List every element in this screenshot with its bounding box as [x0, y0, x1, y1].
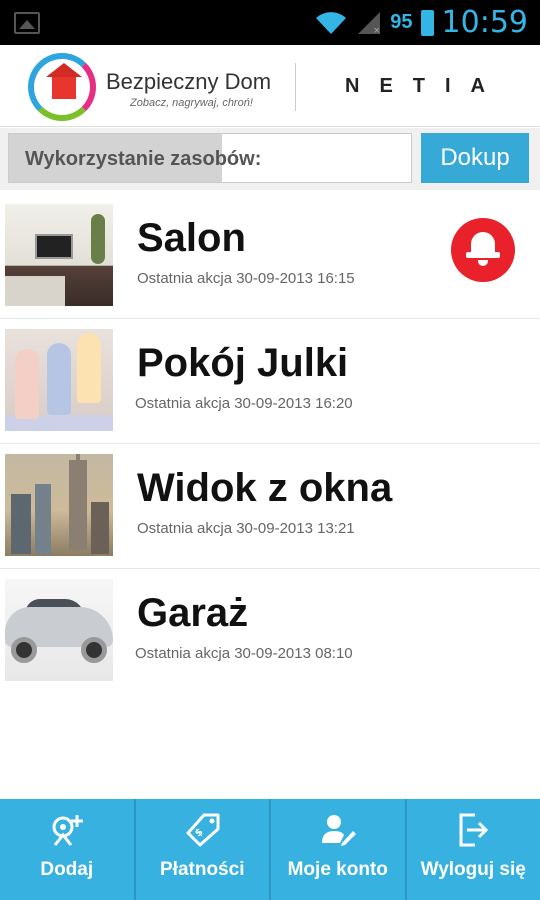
add-camera-icon	[52, 815, 83, 846]
logout-icon	[459, 813, 489, 847]
buy-more-button[interactable]: Dokup	[421, 133, 529, 183]
camera-name: Garaż	[137, 591, 249, 635]
camera-name: Widok z okna	[137, 466, 393, 510]
camera-item-widok-z-okna[interactable]: Widok z okna Ostatnia akcja 30-09-2013 1…	[0, 444, 540, 569]
camera-name: Pokój Julki	[137, 341, 349, 385]
nav-payments-label: Płatności	[160, 859, 245, 880]
alarm-bell-button[interactable]	[451, 218, 515, 282]
battery-icon	[420, 9, 434, 36]
brand-logo	[28, 53, 96, 121]
camera-last-action: Ostatnia akcja 30-09-2013 16:20	[135, 395, 353, 412]
camera-thumbnail	[5, 204, 113, 306]
battery-level: 95	[390, 11, 413, 33]
user-edit-icon	[321, 815, 356, 846]
camera-thumbnail	[5, 454, 113, 556]
camera-item-garaz[interactable]: Garaż Ostatnia akcja 30-09-2013 08:10	[0, 569, 540, 694]
bell-icon	[466, 232, 500, 258]
nav-add-button[interactable]: Dodaj	[0, 799, 136, 900]
brand-title: Bezpieczny Dom	[106, 69, 272, 94]
nav-logout-label: Wyloguj się	[420, 859, 526, 880]
svg-text:$: $	[193, 826, 205, 839]
partner-logo: NETIA	[345, 75, 505, 97]
signal-icon: ×	[358, 11, 381, 36]
brand-subtitle: Zobacz, nagrywaj, chroń!	[130, 97, 253, 109]
camera-name: Salon	[137, 216, 246, 260]
status-bar: × 95 10:59	[0, 0, 540, 45]
resource-usage-bar: Wykorzystanie zasobów:	[8, 133, 412, 183]
gallery-notification-icon	[14, 12, 40, 34]
camera-last-action: Ostatnia akcja 30-09-2013 16:15	[137, 270, 355, 287]
price-tag-icon: $	[186, 813, 220, 847]
bottom-navigation: Dodaj $ Płatności Moje konto Wyloguj się	[0, 799, 540, 900]
camera-thumbnail	[5, 579, 113, 681]
nav-logout-button[interactable]: Wyloguj się	[407, 799, 540, 900]
camera-thumbnail	[5, 329, 113, 431]
camera-last-action: Ostatnia akcja 30-09-2013 08:10	[135, 645, 353, 662]
wifi-icon	[316, 11, 347, 34]
header-divider	[295, 63, 296, 111]
clock: 10:59	[441, 5, 528, 40]
resource-usage-row: Wykorzystanie zasobów: Dokup	[0, 128, 540, 190]
status-indicators: × 95 10:59	[314, 4, 528, 41]
nav-account-button[interactable]: Moje konto	[271, 799, 407, 900]
camera-last-action: Ostatnia akcja 30-09-2013 13:21	[137, 520, 355, 537]
nav-payments-button[interactable]: $ Płatności	[136, 799, 271, 900]
camera-item-salon[interactable]: Salon Ostatnia akcja 30-09-2013 16:15	[0, 194, 540, 319]
nav-account-label: Moje konto	[287, 859, 388, 880]
resource-usage-label: Wykorzystanie zasobów:	[25, 148, 262, 170]
camera-item-pokoj-julki[interactable]: Pokój Julki Ostatnia akcja 30-09-2013 16…	[0, 319, 540, 444]
nav-add-label: Dodaj	[40, 859, 94, 880]
svg-text:×: ×	[373, 26, 381, 36]
camera-list: Salon Ostatnia akcja 30-09-2013 16:15 Po…	[0, 194, 540, 694]
app-header: Bezpieczny Dom Zobacz, nagrywaj, chroń! …	[0, 45, 540, 127]
house-icon	[46, 63, 82, 99]
